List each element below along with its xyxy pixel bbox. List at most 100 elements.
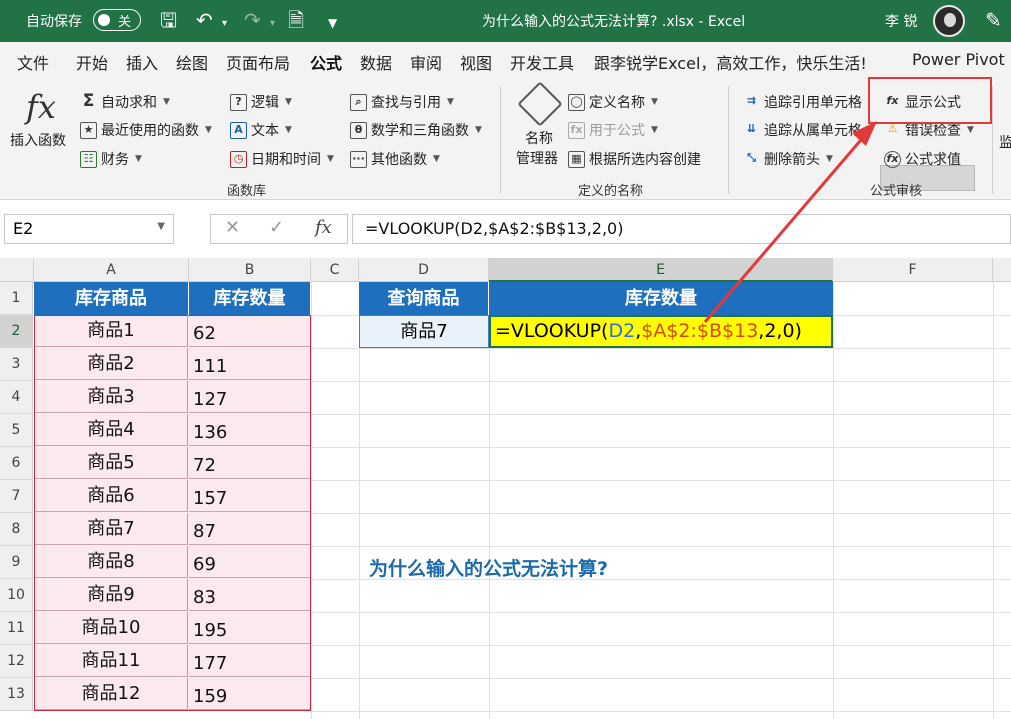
use-in-formula-button[interactable]: fx 用于公式 ▼ (568, 120, 658, 140)
row-header-2[interactable]: 2 (0, 315, 33, 348)
trace-dependents-button[interactable]: ⇊ 追踪从属单元格 (743, 120, 862, 140)
remove-arrows-button[interactable]: ⤡ 删除箭头 ▼ (743, 149, 833, 169)
name-box[interactable]: E2 ▼ (4, 214, 174, 244)
cell-d2[interactable]: 商品7 (359, 315, 489, 348)
tab-view[interactable]: 视图 (460, 50, 492, 74)
tab-draw[interactable]: 绘图 (176, 50, 208, 74)
header-inventory-qty[interactable]: 库存数量 (189, 282, 311, 315)
inventory-item-qty[interactable]: 87 (189, 513, 310, 545)
autosum-button[interactable]: Σ 自动求和 ▼ (80, 92, 170, 112)
tab-page-layout[interactable]: 页面布局 (226, 50, 290, 74)
inventory-item-qty[interactable]: 111 (189, 348, 310, 380)
inventory-item-name[interactable]: 商品4 (35, 414, 188, 446)
inventory-item-qty[interactable]: 69 (189, 546, 310, 578)
row-header-6[interactable]: 6 (0, 447, 33, 480)
cell-e2-active[interactable]: =VLOOKUP(D2,$A$2:$B$13,2,0) (489, 315, 833, 348)
worksheet-grid[interactable]: A B C D E F 1 2 3 4 5 6 7 8 9 10 11 12 1… (0, 258, 1011, 719)
column-header-e[interactable]: E (489, 258, 833, 282)
redo-icon[interactable]: ↷ (244, 8, 261, 32)
inventory-item-qty[interactable]: 72 (189, 447, 310, 479)
user-name[interactable]: 李 锐 (885, 11, 917, 31)
inventory-item-qty[interactable]: 83 (189, 579, 310, 611)
inventory-item-qty[interactable]: 177 (189, 645, 310, 677)
row-header-9[interactable]: 9 (0, 546, 33, 579)
define-name-button[interactable]: ◯ 定义名称 ▼ (568, 92, 658, 112)
insert-function-icon[interactable]: fx (26, 88, 56, 126)
avatar[interactable] (933, 5, 965, 37)
datetime-button[interactable]: ◷ 日期和时间 ▼ (230, 149, 334, 169)
row-header-10[interactable]: 10 (0, 579, 33, 612)
row-header-8[interactable]: 8 (0, 513, 33, 546)
row-header-4[interactable]: 4 (0, 381, 33, 414)
header-query-item[interactable]: 查询商品 (359, 282, 489, 315)
lookup-button[interactable]: ⌕ 查找与引用 ▼ (350, 92, 454, 112)
inventory-item-qty[interactable]: 127 (189, 381, 310, 413)
row-header-5[interactable]: 5 (0, 414, 33, 447)
inventory-item-name[interactable]: 商品8 (35, 546, 188, 578)
insert-function-button[interactable]: 插入函数 (10, 130, 66, 150)
customize-toolbar-icon[interactable]: ▼ (328, 11, 337, 35)
new-file-icon[interactable]: 🗎 (288, 8, 304, 32)
inventory-item-qty[interactable]: 195 (189, 612, 310, 644)
inventory-item-qty[interactable]: 62 (189, 315, 310, 347)
pen-icon[interactable]: ✎ (985, 8, 1002, 32)
column-header-c[interactable]: C (311, 258, 359, 282)
column-header-d[interactable]: D (359, 258, 489, 282)
row-header-7[interactable]: 7 (0, 480, 33, 513)
column-header-f[interactable]: F (833, 258, 993, 282)
inventory-item-qty[interactable]: 159 (189, 678, 310, 710)
tab-power-pivot[interactable]: Power Pivot (912, 50, 1005, 69)
tab-custom[interactable]: 跟李锐学Excel，高效工作，快乐生活! (594, 50, 867, 74)
evaluate-formula-button[interactable]: fx 公式求值 (884, 149, 961, 169)
insert-function-icon[interactable]: fx (315, 217, 332, 238)
row-header-3[interactable]: 3 (0, 348, 33, 381)
other-functions-button[interactable]: ··· 其他函数 ▼ (350, 149, 440, 169)
header-query-qty[interactable]: 库存数量 (489, 282, 833, 315)
chevron-down-icon[interactable]: ▼ (157, 221, 165, 232)
row-header-1[interactable]: 1 (0, 282, 33, 315)
row-header-11[interactable]: 11 (0, 612, 33, 645)
column-header-g-partial[interactable] (993, 258, 1011, 282)
select-all-corner[interactable] (0, 258, 34, 282)
header-inventory-item[interactable]: 库存商品 (34, 282, 189, 315)
tab-data[interactable]: 数据 (360, 50, 392, 74)
inventory-item-qty[interactable]: 157 (189, 480, 310, 512)
tab-home[interactable]: 开始 (76, 50, 108, 74)
column-header-a[interactable]: A (34, 258, 189, 282)
autosave-toggle[interactable]: 关 (93, 9, 141, 31)
column-header-b[interactable]: B (189, 258, 311, 282)
inventory-item-name[interactable]: 商品7 (35, 513, 188, 545)
cancel-icon[interactable]: ✕ (225, 217, 240, 238)
inventory-item-name[interactable]: 商品2 (35, 348, 188, 380)
logical-button[interactable]: ? 逻辑 ▼ (230, 92, 292, 112)
name-manager-label-1[interactable]: 名称 (525, 128, 553, 148)
row-header-12[interactable]: 12 (0, 645, 33, 678)
inventory-item-name[interactable]: 商品11 (35, 645, 188, 677)
undo-icon[interactable]: ↶ (196, 8, 213, 32)
formula-input[interactable]: =VLOOKUP(D2,$A$2:$B$13,2,0) (352, 214, 1011, 244)
tab-formulas[interactable]: 公式 (310, 50, 343, 81)
recent-functions-button[interactable]: ★ 最近使用的函数 ▼ (80, 120, 212, 140)
name-manager-icon[interactable] (517, 81, 563, 127)
tab-developer[interactable]: 开发工具 (510, 50, 574, 74)
inventory-item-qty[interactable]: 136 (189, 414, 310, 446)
inventory-item-name[interactable]: 商品6 (35, 480, 188, 512)
inventory-item-name[interactable]: 商品3 (35, 381, 188, 413)
math-button[interactable]: θ 数学和三角函数 ▼ (350, 120, 482, 140)
trace-precedents-button[interactable]: ⇉ 追踪引用单元格 (743, 92, 862, 112)
inventory-item-name[interactable]: 商品9 (35, 579, 188, 611)
inventory-item-name[interactable]: 商品5 (35, 447, 188, 479)
financial-button[interactable]: ☷ 财务 ▼ (80, 149, 142, 169)
tab-review[interactable]: 审阅 (410, 50, 442, 74)
row-header-13[interactable]: 13 (0, 678, 33, 711)
redo-dropdown-icon[interactable]: ▾ (270, 12, 275, 36)
save-icon[interactable]: 🖫 (160, 8, 177, 32)
create-from-selection-button[interactable]: ▦ 根据所选内容创建 (568, 149, 701, 169)
inventory-item-name[interactable]: 商品1 (35, 315, 188, 347)
watch-window-partial[interactable]: 监 (999, 132, 1011, 152)
text-button[interactable]: A 文本 ▼ (230, 120, 292, 140)
undo-dropdown-icon[interactable]: ▾ (222, 12, 227, 36)
tab-file[interactable]: 文件 (17, 50, 49, 74)
tab-insert[interactable]: 插入 (126, 50, 158, 74)
confirm-icon[interactable]: ✓ (269, 217, 284, 238)
